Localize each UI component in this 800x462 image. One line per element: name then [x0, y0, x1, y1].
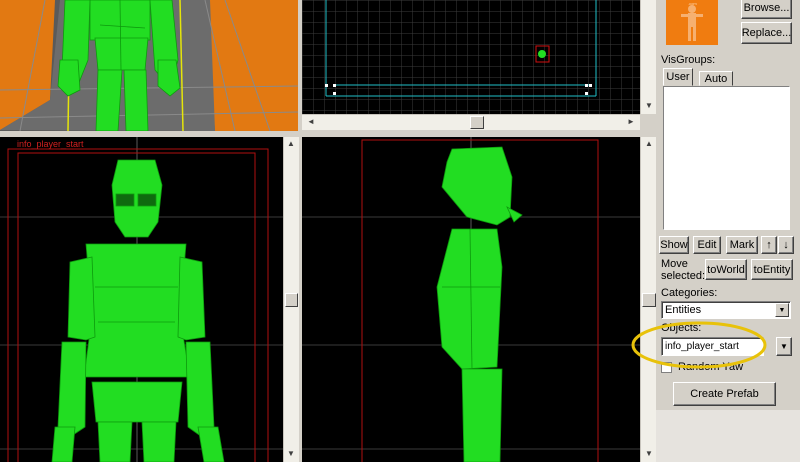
categories-label: Categories:: [661, 287, 718, 299]
to-entity-button[interactable]: toEntity: [751, 259, 793, 280]
viewport-top-hscroll[interactable]: ◄ ►: [302, 114, 640, 130]
viewport-side-vscroll[interactable]: ▲ ▼: [640, 137, 657, 462]
viewport-top[interactable]: [302, 0, 640, 114]
scroll-down-arrow-icon[interactable]: ▼: [642, 449, 656, 459]
scroll-right-arrow-icon[interactable]: ►: [624, 117, 638, 127]
create-prefab-label: Create Prefab: [690, 388, 759, 400]
scroll-down-arrow-icon[interactable]: ▼: [284, 449, 298, 459]
chevron-down-icon: ▼: [780, 342, 788, 351]
replace-button[interactable]: Replace...: [741, 22, 792, 44]
arrow-down-icon: ↓: [783, 239, 789, 251]
panel-bottom-area: [656, 410, 800, 462]
visgroups-label: VisGroups:: [661, 54, 716, 66]
object-panel: .com Browse... Replace... VisGroups: Use…: [656, 0, 800, 462]
mark-label: Mark: [729, 239, 755, 251]
viewport-side-scene: [302, 137, 640, 462]
viewport-top-vscroll[interactable]: ▼: [640, 0, 657, 114]
viewport-side[interactable]: [302, 137, 640, 462]
move-up-button[interactable]: ↑: [761, 236, 777, 254]
arrow-up-icon: ↑: [766, 239, 772, 251]
tab-user-label: User: [666, 71, 690, 83]
move-selected-label-1: Move: [661, 258, 688, 270]
entity-preview-image: .com: [666, 0, 718, 45]
tab-user[interactable]: User: [663, 68, 693, 86]
chevron-down-icon[interactable]: ▼: [775, 303, 789, 317]
to-entity-label: toEntity: [753, 263, 791, 276]
scroll-up-arrow-icon[interactable]: ▲: [642, 139, 656, 149]
browse-label: Browse...: [743, 1, 790, 14]
tab-auto-label: Auto: [704, 72, 728, 85]
vscroll-thumb[interactable]: [285, 293, 298, 307]
hscroll-thumb[interactable]: [470, 116, 484, 129]
player-model-side: [436, 146, 523, 462]
scroll-left-arrow-icon[interactable]: ◄: [304, 117, 318, 127]
to-world-label: toWorld: [707, 263, 745, 276]
viewport-top-grid: [302, 0, 640, 114]
viewport-front-scene: info_player_start: [0, 137, 283, 462]
viewport-3d[interactable]: [0, 0, 298, 131]
edit-label: Edit: [697, 239, 717, 251]
edit-button[interactable]: Edit: [693, 236, 721, 254]
show-label: Show: [660, 239, 688, 251]
entity-label: info_player_start: [17, 139, 84, 149]
vscroll-thumb[interactable]: [642, 293, 656, 307]
viewport-front[interactable]: info_player_start: [0, 137, 283, 462]
move-selected-label-2: selected:: [661, 270, 706, 282]
player-marker-top: [538, 50, 546, 58]
objects-dropdown-button[interactable]: ▼: [776, 337, 792, 356]
to-world-button[interactable]: toWorld: [705, 259, 747, 280]
svg-text:.com: .com: [688, 1, 697, 6]
categories-value: Entities: [665, 304, 702, 316]
replace-label: Replace...: [741, 27, 792, 39]
player-model-front: [51, 159, 225, 462]
mark-button[interactable]: Mark: [726, 236, 758, 254]
create-prefab-button[interactable]: Create Prefab: [673, 382, 776, 406]
viewport-3d-scene: [0, 0, 298, 131]
tab-auto[interactable]: Auto: [699, 71, 733, 86]
highlight-ellipse-annotation: [631, 321, 767, 369]
scroll-up-arrow-icon[interactable]: ▲: [284, 139, 298, 149]
viewport-front-vscroll[interactable]: ▲ ▼: [283, 137, 299, 462]
browse-button[interactable]: Browse...: [741, 0, 792, 19]
move-down-button[interactable]: ↓: [778, 236, 794, 254]
player-preview-icon: .com: [681, 1, 703, 41]
visgroup-list[interactable]: [663, 86, 790, 230]
scroll-down-arrow-icon[interactable]: ▼: [642, 101, 656, 111]
show-button[interactable]: Show: [659, 236, 689, 254]
